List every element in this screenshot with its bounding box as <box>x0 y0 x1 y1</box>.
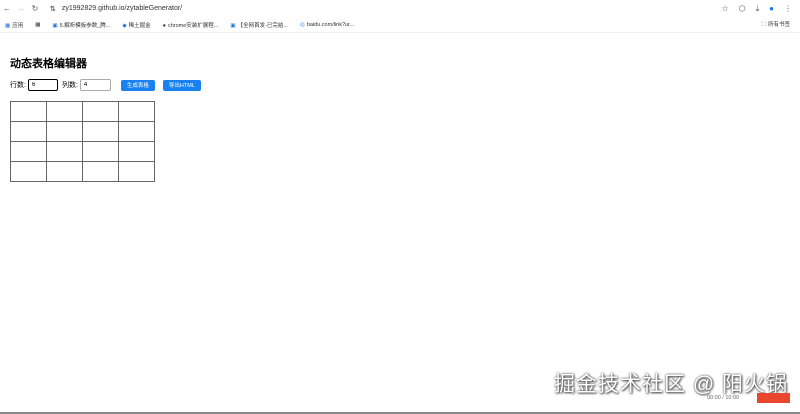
table-row <box>10 101 155 122</box>
table-cell[interactable] <box>46 121 83 142</box>
editable-table <box>10 101 155 182</box>
bookmark-2[interactable]: ◆ 稀土掘金 <box>122 21 150 29</box>
controls: 行数: 列数: 生成表格 导出HTML <box>10 79 201 91</box>
table-cell[interactable] <box>46 101 83 122</box>
reload-icon[interactable]: ↻ <box>28 4 42 13</box>
table-cell[interactable] <box>46 161 83 182</box>
table-cell[interactable] <box>118 141 155 162</box>
browser-toolbar: ← → ↻ ⇅ zy1992829.github.io/zytableGener… <box>0 0 800 17</box>
table-row <box>10 161 155 182</box>
bookmark-5[interactable]: ◎ baidu.com/link?ur... <box>300 22 354 28</box>
tab-grid-icon[interactable]: ▦ <box>35 22 40 28</box>
table-cell[interactable] <box>118 161 155 182</box>
site-info-icon[interactable]: ⇅ <box>50 5 56 13</box>
video-time: 00:00 / 10:00 <box>707 395 740 401</box>
table-cell[interactable] <box>82 141 119 162</box>
extensions-icon[interactable]: ⬡ <box>739 4 746 14</box>
download-icon[interactable]: ⤓ <box>756 4 760 14</box>
bookmark-4[interactable]: ▣ 【全网首发-已完结... <box>230 21 288 29</box>
forward-icon[interactable]: → <box>14 4 28 13</box>
table-cell[interactable] <box>10 101 47 122</box>
generate-table-button[interactable]: 生成表格 <box>120 79 155 91</box>
address-bar[interactable]: ⇅ zy1992829.github.io/zytableGenerator/ <box>50 5 721 13</box>
star-icon[interactable]: ☆ <box>721 4 728 14</box>
table-cell[interactable] <box>82 121 119 142</box>
table-row <box>10 121 155 142</box>
all-bookmarks[interactable]: 🗀 所有书签 <box>761 20 790 30</box>
cols-input[interactable] <box>79 79 111 91</box>
menu-icon[interactable]: ⋮ <box>784 4 792 14</box>
page-title: 动态表格编辑器 <box>10 58 87 70</box>
cols-label: 列数: <box>61 82 78 89</box>
table-cell[interactable] <box>118 101 155 122</box>
url-text: zy1992829.github.io/zytableGenerator/ <box>61 5 183 12</box>
table-row <box>10 141 155 162</box>
table-cell[interactable] <box>118 121 155 142</box>
bookmark-1[interactable]: ▣ 5.解析模板参数_腾... <box>52 21 110 29</box>
table-cell[interactable] <box>82 161 119 182</box>
table-cell[interactable] <box>10 141 47 162</box>
export-html-button[interactable]: 导出HTML <box>162 79 201 91</box>
quality-button[interactable] <box>757 393 790 403</box>
rows-label: 行数: <box>10 82 26 89</box>
bookmark-3[interactable]: ● chrome安装扩展程... <box>163 21 219 29</box>
table-cell[interactable] <box>46 141 83 162</box>
rows-input[interactable] <box>27 79 58 91</box>
back-icon[interactable]: ← <box>0 4 14 13</box>
bookmarks-bar: ▦ 应用 ▦ ▣ 5.解析模板参数_腾... ◆ 稀土掘金 ● chrome安装扩展程.… <box>0 17 800 33</box>
table-cell[interactable] <box>10 121 47 142</box>
bookmark-apps[interactable]: ▦ 应用 <box>5 21 23 29</box>
folder-icon: 🗀 <box>760 21 768 28</box>
profile-icon[interactable]: ● <box>769 4 774 14</box>
table-cell[interactable] <box>10 161 47 182</box>
table-cell[interactable] <box>82 101 119 122</box>
watermark: 掘金技术社区 @ 阳火锅 <box>554 373 788 396</box>
